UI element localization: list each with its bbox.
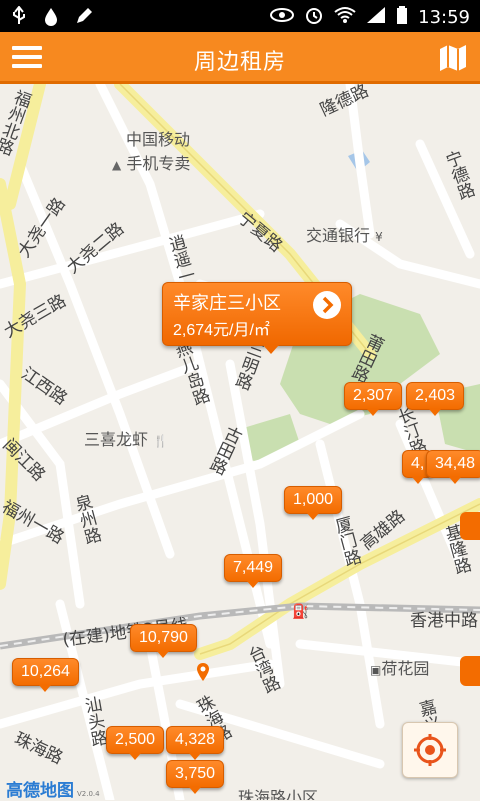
usb-icon	[10, 5, 28, 30]
yen-icon: ¥	[375, 230, 383, 244]
status-bar: 13:59	[0, 0, 480, 32]
selected-community-callout[interactable]: 辛家庄三小区 2,674元/月/㎡	[162, 282, 352, 354]
water-drop-icon	[42, 6, 60, 30]
app-header: 周边租房	[0, 32, 480, 84]
pencil-icon	[74, 6, 94, 30]
community-name: 辛家庄三小区	[173, 293, 281, 314]
poi-label-park: ▣荷花园	[370, 659, 430, 678]
map-view-icon[interactable]	[438, 42, 468, 72]
poi-label-community: 珠海路小区	[238, 788, 319, 800]
alarm-icon	[304, 5, 324, 29]
clock: 13:59	[418, 6, 470, 28]
page-title: 周边租房	[193, 50, 286, 75]
price-marker[interactable]: 10,264	[12, 658, 79, 692]
poi-label-bank: 交通银行 ¥	[306, 226, 383, 245]
price-marker[interactable]: 2,500	[106, 726, 165, 760]
locate-me-button[interactable]	[402, 722, 458, 778]
chevron-right-icon[interactable]	[313, 291, 341, 319]
amap-logo: 高德地图 V2.0.4	[6, 781, 100, 801]
price-marker-partial[interactable]	[460, 512, 480, 540]
community-price: 2,674元/月/㎡	[173, 322, 270, 339]
price-marker[interactable]: 34,48	[426, 450, 480, 484]
price-marker[interactable]: 1,000	[284, 486, 343, 520]
price-marker[interactable]: 10,790	[130, 624, 197, 658]
price-marker[interactable]: 3,750	[166, 760, 225, 794]
map-view[interactable]: 中国移动 ▲ 手机专卖 交通银行 ¥ 三喜龙虾 🍴 ▣荷花园 珠海路小区 福州北…	[0, 84, 480, 800]
cutlery-icon: 🍴	[153, 434, 169, 448]
price-marker[interactable]: 2,403	[406, 382, 465, 416]
price-marker[interactable]: 7,449	[224, 554, 283, 588]
poi-label-restaurant: 三喜龙虾 🍴	[84, 430, 169, 449]
park-icon: ▣	[370, 663, 382, 677]
crosshair-icon	[414, 734, 446, 766]
eye-icon	[270, 7, 295, 27]
signal-icon	[366, 6, 386, 28]
wifi-icon	[334, 6, 356, 28]
price-marker[interactable]: 4,328	[166, 726, 225, 760]
price-marker[interactable]: 2,307	[344, 382, 403, 416]
battery-icon	[396, 5, 408, 29]
price-marker-partial[interactable]	[460, 656, 480, 686]
poi-label-china-mobile: 中国移动 ▲ 手机专卖	[112, 130, 191, 173]
road-label: 香港中路	[410, 611, 478, 631]
shop-icon: ▲	[112, 158, 122, 172]
gas-station-icon: ⛽	[292, 604, 310, 620]
